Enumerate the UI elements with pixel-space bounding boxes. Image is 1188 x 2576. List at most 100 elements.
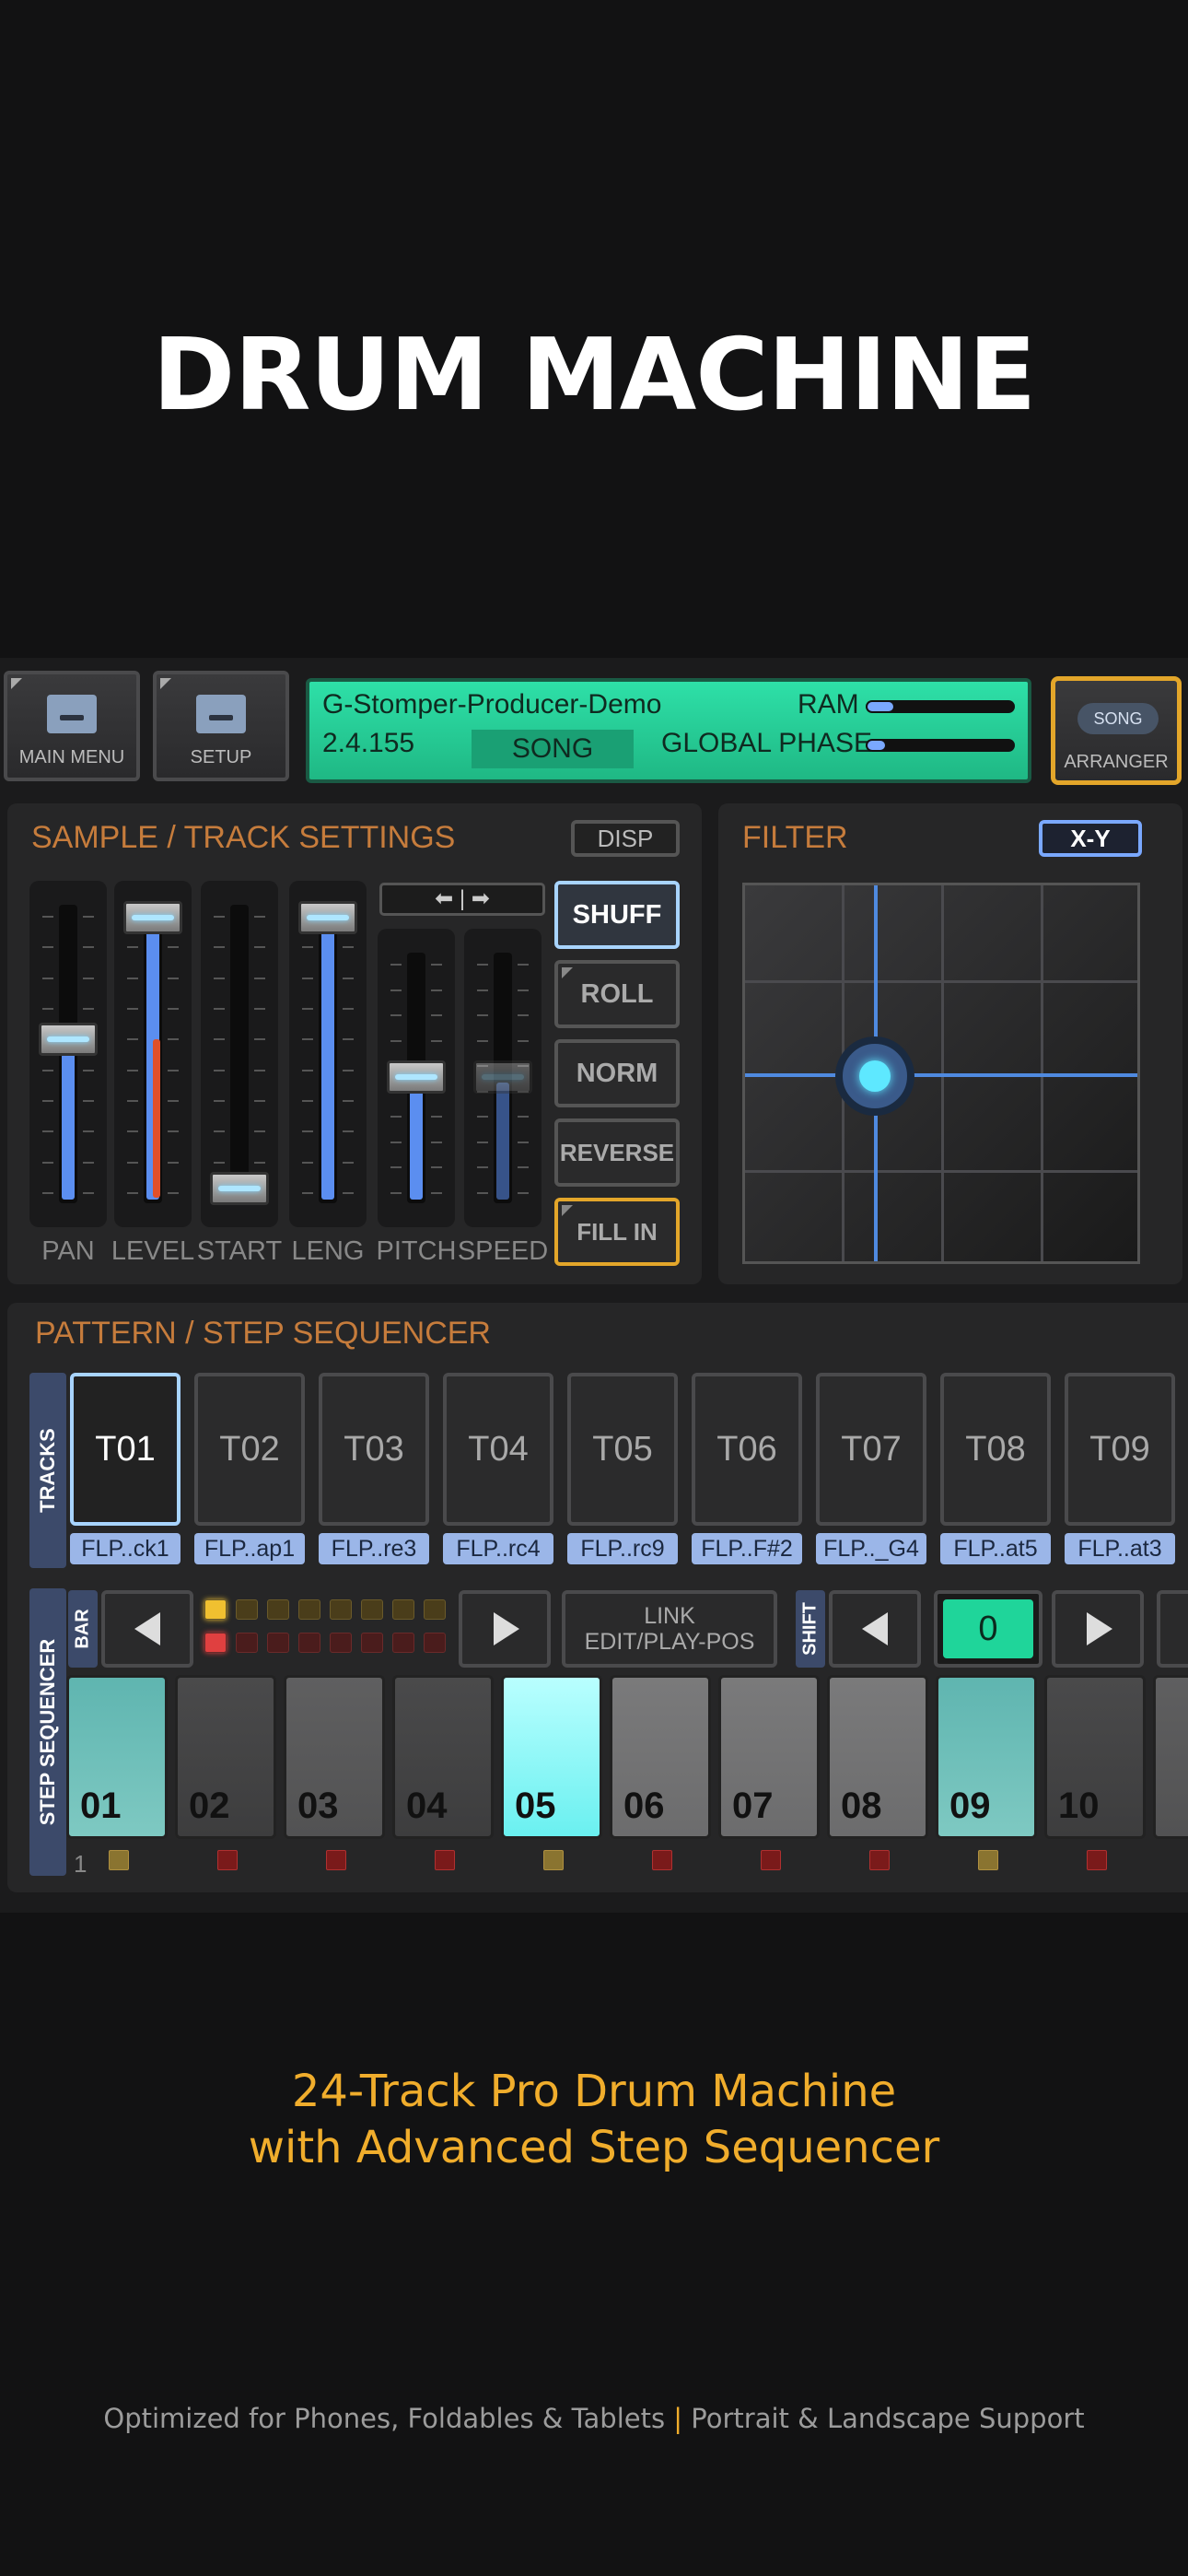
slider-tick [168, 1130, 179, 1133]
arrow-toggle[interactable]: ⬅ | ➡ [379, 883, 545, 916]
slider-tick [214, 946, 225, 949]
grid-line [745, 980, 1137, 983]
slider-tick [214, 1038, 225, 1041]
step-button-08[interactable]: 08 [827, 1675, 928, 1839]
slider-tick [477, 989, 488, 991]
slider-tick [214, 916, 225, 918]
track-name[interactable]: FLP..rc9 [567, 1533, 678, 1564]
slider-tick [254, 1161, 265, 1164]
slider-tick [127, 946, 138, 949]
slider-level[interactable] [114, 881, 192, 1227]
slider-knob[interactable] [387, 1060, 446, 1094]
mode-shuff-button[interactable]: SHUFF [554, 881, 680, 949]
shift-next-button[interactable] [1052, 1590, 1144, 1668]
track-button-t05[interactable]: T05 [567, 1373, 678, 1526]
track-button-t06[interactable]: T06 [692, 1373, 802, 1526]
global-phase-meter-fill [868, 741, 885, 750]
xy-button[interactable]: X-Y [1039, 820, 1142, 857]
slider-knob[interactable] [473, 1060, 532, 1094]
step-button-10[interactable]: 10 [1044, 1675, 1146, 1839]
track-name[interactable]: FLP..F#2 [692, 1533, 802, 1564]
track-name[interactable]: FLP..rc4 [443, 1533, 553, 1564]
disp-button[interactable]: DISP [571, 820, 680, 857]
arranger-label: ARRANGER [1064, 752, 1169, 772]
slider-tick [343, 946, 354, 949]
bar-led-bottom [361, 1633, 383, 1653]
track-button-t09[interactable]: T09 [1065, 1373, 1175, 1526]
slider-tick [302, 1100, 313, 1102]
slider-tick [127, 1038, 138, 1041]
step-button-04[interactable]: 04 [392, 1675, 494, 1839]
shift-prev-button[interactable] [829, 1590, 921, 1668]
slider-tick [83, 1069, 94, 1071]
step-button-02[interactable]: 02 [175, 1675, 276, 1839]
main-menu-button[interactable]: MAIN MENU [4, 671, 140, 781]
track-button-t03[interactable]: T03 [319, 1373, 429, 1526]
footer-separator: | [673, 2403, 683, 2434]
step-button-05[interactable]: 05 [501, 1675, 602, 1839]
arranger-button[interactable]: SONG ARRANGER [1051, 676, 1182, 785]
slider-tick [390, 964, 402, 966]
step-button-09[interactable]: 09 [936, 1675, 1037, 1839]
ram-label: RAM [798, 689, 859, 720]
slider-tick [390, 1166, 402, 1169]
xy-pad[interactable] [742, 883, 1140, 1264]
slider-tick [42, 1100, 53, 1102]
mode-norm-button[interactable]: NORM [554, 1039, 680, 1107]
slider-fill [62, 1045, 75, 1200]
track-button-t01[interactable]: T01 [70, 1373, 181, 1526]
step-button-03[interactable]: 03 [284, 1675, 385, 1839]
slider-pitch[interactable] [378, 929, 455, 1227]
slider-tick [518, 1039, 529, 1042]
track-name[interactable]: FLP..ck1 [70, 1533, 181, 1564]
step-number: 01 [80, 1786, 122, 1826]
track-button-t02[interactable]: T02 [194, 1373, 305, 1526]
xy-handle[interactable] [835, 1036, 914, 1116]
tagline-line1: 24-Track Pro Drum Machine [291, 2066, 897, 2117]
slider-tick [477, 1192, 488, 1194]
track-name[interactable]: FLP..at3 [1065, 1533, 1175, 1564]
slider-tick [302, 1008, 313, 1010]
track-button-t07[interactable]: T07 [816, 1373, 926, 1526]
sequencer-panel: PATTERN / STEP SEQUENCER TRACKS T01 FLP..… [7, 1303, 1188, 1892]
setup-button[interactable]: SETUP [153, 671, 289, 781]
step-number: 03 [297, 1786, 339, 1826]
slider-tick [168, 1069, 179, 1071]
slider-knob[interactable] [39, 1023, 98, 1057]
slider-tick [390, 1014, 402, 1017]
mode-roll-button[interactable]: ROLL [554, 960, 680, 1028]
track-name[interactable]: FLP..at5 [940, 1533, 1051, 1564]
slider-start[interactable] [201, 881, 278, 1227]
mode-fill-in-button[interactable]: FILL IN [554, 1198, 680, 1266]
slider-tick [168, 946, 179, 949]
track-name[interactable]: FLP..ap1 [194, 1533, 305, 1564]
step-button-01[interactable]: 01 [66, 1675, 168, 1839]
step-button-partial[interactable] [1153, 1675, 1188, 1839]
track-name[interactable]: FLP..re3 [319, 1533, 429, 1564]
step-button-06[interactable]: 06 [610, 1675, 711, 1839]
track-button-t04[interactable]: T04 [443, 1373, 553, 1526]
step-led [1087, 1850, 1107, 1870]
link-edit-play-pos-button[interactable]: LINK EDIT/PLAY-POS [562, 1590, 777, 1668]
step-button-07[interactable]: 07 [718, 1675, 820, 1839]
mode-reverse-button[interactable]: REVERSE [554, 1118, 680, 1187]
slider-knob[interactable] [123, 901, 182, 934]
bar-number: 1 [74, 1850, 87, 1878]
slider-knob[interactable] [210, 1172, 269, 1205]
track-name[interactable]: FLP.._G4 [816, 1533, 926, 1564]
slider-pan[interactable] [29, 881, 107, 1227]
shift-extra-button[interactable] [1157, 1590, 1188, 1668]
slider-tick [83, 1008, 94, 1010]
track-button-t08[interactable]: T08 [940, 1373, 1051, 1526]
bar-next-button[interactable] [459, 1590, 551, 1668]
slider-leng[interactable] [289, 881, 367, 1227]
slider-fill [410, 1083, 423, 1200]
slider-tick [302, 1069, 313, 1071]
slider-speed[interactable] [464, 929, 542, 1227]
bar-prev-button[interactable] [101, 1590, 193, 1668]
slider-tick [518, 989, 529, 991]
slider-knob[interactable] [298, 901, 357, 934]
step-seq-tab-label: STEP SEQUENCER [36, 1638, 59, 1826]
slider-tick [42, 946, 53, 949]
slider-tick [168, 1192, 179, 1194]
